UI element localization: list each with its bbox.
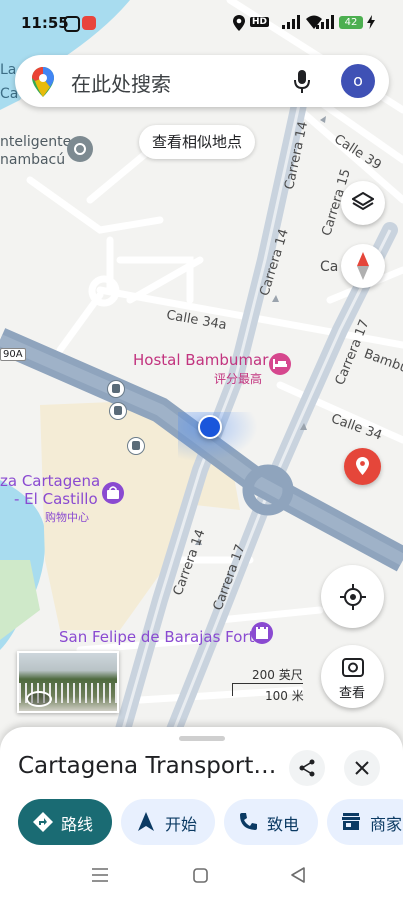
menu-icon[interactable]: [92, 868, 108, 882]
compass-button[interactable]: [341, 244, 385, 288]
call-label: 致电: [267, 815, 300, 834]
poi-marker-gray[interactable]: [67, 136, 93, 162]
microphone-icon[interactable]: [294, 70, 310, 94]
bus-icon: [112, 384, 120, 393]
destination-pin[interactable]: [344, 448, 381, 485]
map-label-fragment: Ca: [320, 259, 339, 275]
highway-shield: 90A: [0, 348, 26, 361]
close-icon: [355, 761, 369, 775]
bus-icon: [132, 441, 140, 450]
share-icon: [299, 759, 315, 777]
directions-icon: [33, 812, 53, 832]
share-button[interactable]: [289, 750, 325, 786]
back-icon[interactable]: [290, 867, 306, 883]
bus-stop-marker[interactable]: [109, 402, 127, 420]
circle-dot-icon: [74, 143, 86, 155]
system-nav-bar: [0, 858, 403, 900]
hd-badge: HD: [250, 17, 270, 27]
rotate-360-icon: [26, 691, 52, 707]
shopping-bag-icon: [107, 486, 119, 499]
call-button[interactable]: 致电: [224, 799, 318, 845]
start-label: 开始: [165, 815, 198, 834]
current-location-dot: [198, 415, 222, 439]
search-input[interactable]: 在此处搜索: [71, 68, 171, 97]
directions-button[interactable]: 路线: [18, 799, 112, 845]
poi-label: nteligente: [0, 134, 72, 150]
directions-label: 路线: [61, 815, 94, 834]
bus-stop-marker[interactable]: [127, 437, 145, 455]
status-time: 11:55: [21, 14, 69, 32]
recenter-button[interactable]: [321, 565, 384, 628]
app-notification-icon: [82, 16, 96, 30]
navigation-arrow-icon: [138, 812, 154, 831]
bed-icon: [273, 359, 287, 369]
fort-label[interactable]: San Felipe de Barajas Fort: [59, 628, 255, 646]
crosshair-icon: [340, 584, 366, 610]
signal-icon: [282, 15, 300, 29]
layers-button[interactable]: [341, 181, 385, 225]
maps-logo-icon: [32, 67, 54, 97]
view-button[interactable]: 查看: [321, 645, 384, 708]
hostal-rating-label: 评分最高: [214, 372, 263, 386]
store-icon: [342, 813, 360, 830]
plaza-label[interactable]: za Cartagena: [0, 472, 100, 490]
status-bar: 11:55 HD 42: [0, 0, 403, 46]
scale-feet: 200 英尺: [252, 668, 303, 682]
camera-search-icon: [342, 658, 364, 677]
compass-icon: [357, 252, 369, 280]
store-label: 商家: [370, 815, 403, 834]
map-label-fragment: La: [0, 62, 17, 78]
home-icon[interactable]: [193, 868, 208, 883]
bus-icon: [114, 406, 122, 415]
plaza-label[interactable]: - El Castillo: [14, 490, 98, 508]
store-button[interactable]: 商家: [327, 799, 403, 845]
shopping-marker[interactable]: [102, 482, 124, 504]
layers-icon: [352, 192, 374, 211]
place-title: Cartagena Transport…: [18, 753, 277, 779]
view-button-label: 查看: [339, 686, 366, 701]
location-status-icon: [233, 15, 245, 31]
phone-icon: [240, 813, 257, 830]
plaza-category: 购物中心: [45, 511, 89, 524]
similar-places-chip[interactable]: 查看相似地点: [139, 125, 256, 159]
start-button[interactable]: 开始: [121, 799, 215, 845]
pin-icon: [356, 457, 369, 475]
instagram-icon: [64, 16, 80, 32]
hostal-label[interactable]: Hostal Bambumar: [133, 351, 268, 369]
scale-meters: 100 米: [265, 689, 304, 703]
poi-label: nambacú: [0, 152, 66, 168]
drag-handle[interactable]: [179, 736, 225, 741]
castle-icon: [256, 627, 268, 639]
search-bar[interactable]: 在此处搜索 o: [15, 55, 389, 107]
signal-5g-icon: [316, 15, 334, 29]
hotel-marker[interactable]: [269, 353, 291, 375]
bus-stop-marker[interactable]: [107, 380, 125, 398]
street-view-thumbnail[interactable]: [17, 651, 119, 713]
landmark-marker[interactable]: [251, 622, 273, 644]
charging-icon: [367, 15, 375, 29]
avatar[interactable]: o: [341, 64, 375, 98]
close-button[interactable]: [344, 750, 380, 786]
battery-indicator: 42: [339, 16, 363, 29]
